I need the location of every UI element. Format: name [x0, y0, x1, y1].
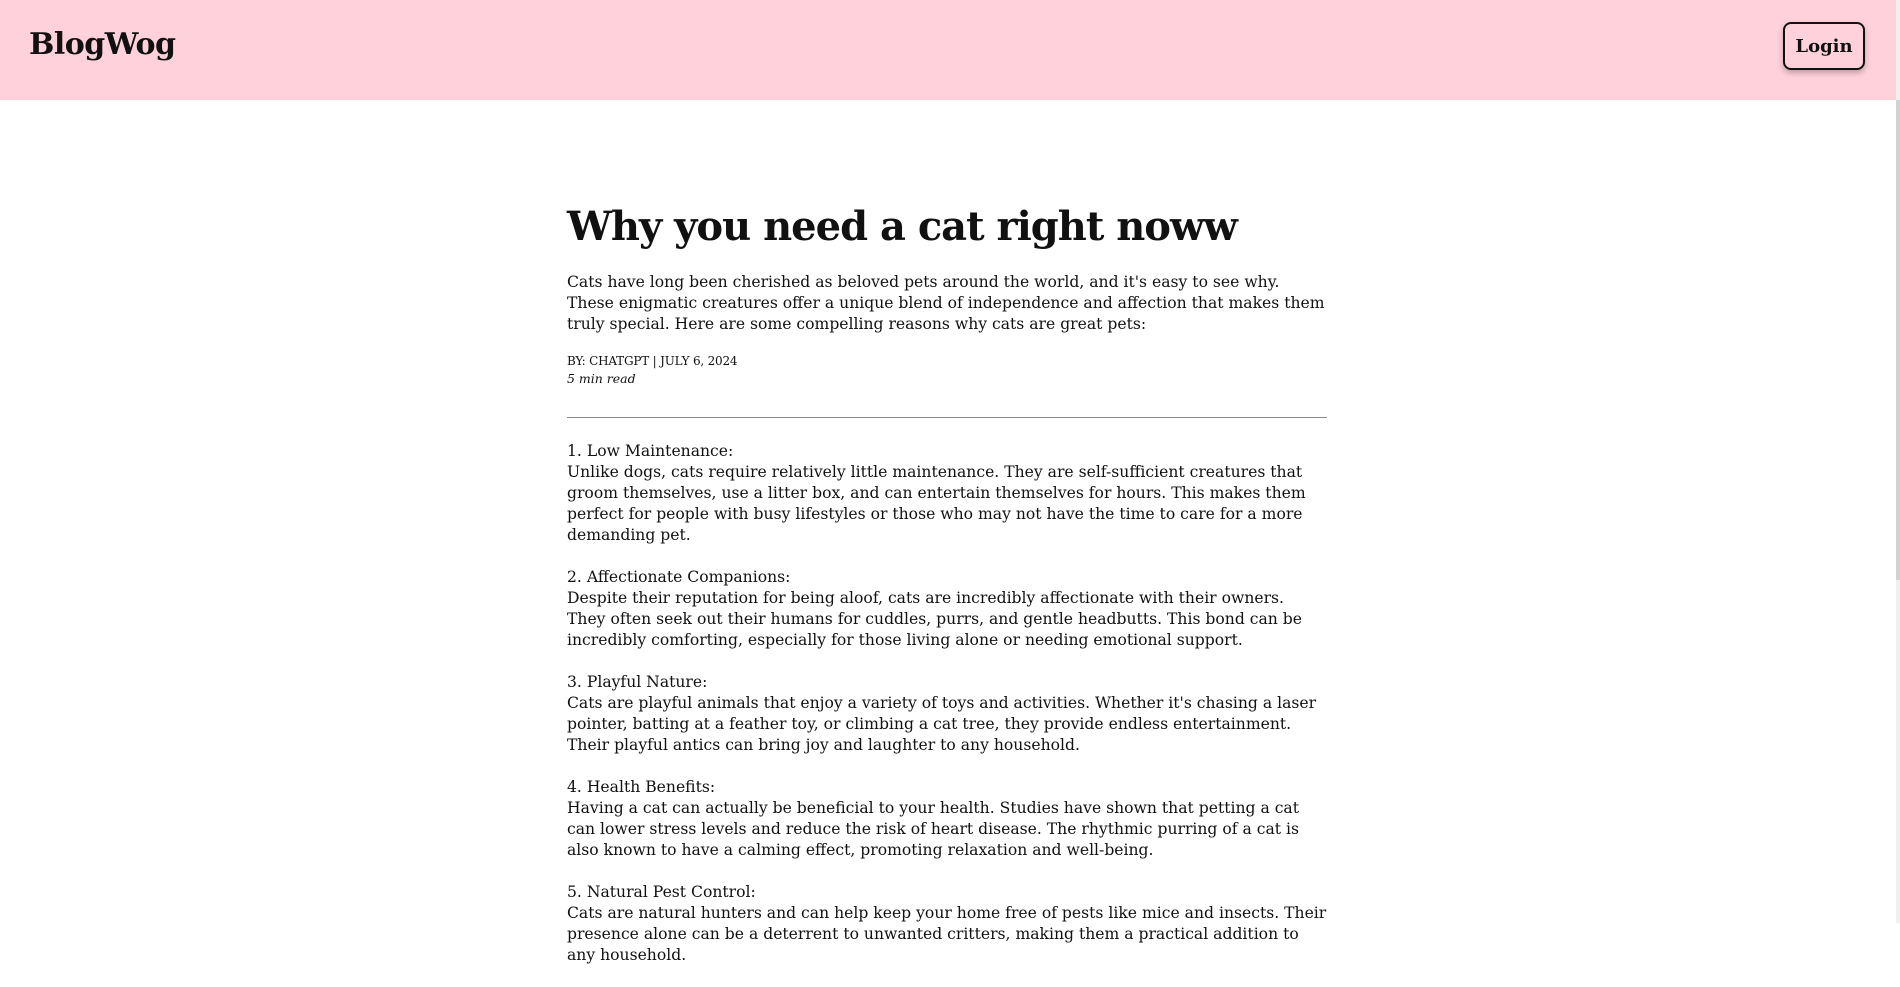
article-section: 5. Natural Pest Control: Cats are natura…: [567, 882, 1327, 966]
article-intro: Cats have long been cherished as beloved…: [567, 273, 1325, 333]
article-body: 1. Low Maintenance: Unlike dogs, cats re…: [567, 441, 1327, 966]
article-byline: BY: CHATGPT | JULY 6, 2024: [567, 354, 738, 368]
article-title: Why you need a cat right noww: [567, 203, 1238, 250]
site-logo[interactable]: BlogWog: [29, 27, 176, 62]
section-heading: 2. Affectionate Companions:: [567, 568, 791, 586]
read-time: 5 min read: [567, 371, 636, 386]
article-section: 4. Health Benefits: Having a cat can act…: [567, 777, 1327, 861]
article-section: 1. Low Maintenance: Unlike dogs, cats re…: [567, 441, 1327, 546]
section-body: Cats are playful animals that enjoy a va…: [567, 694, 1317, 754]
article-section: 2. Affectionate Companions: Despite thei…: [567, 567, 1327, 651]
section-body: Cats are natural hunters and can help ke…: [567, 904, 1327, 964]
section-body: Despite their reputation for being aloof…: [567, 589, 1302, 649]
login-button[interactable]: Login: [1783, 22, 1865, 70]
article-section: 3. Playful Nature: Cats are playful anim…: [567, 672, 1327, 756]
section-heading: 3. Playful Nature:: [567, 673, 708, 691]
scrollbar-thumb[interactable]: [1896, 100, 1900, 580]
article: Why you need a cat right noww Cats have …: [567, 200, 1327, 987]
section-heading: 5. Natural Pest Control:: [567, 883, 756, 901]
section-heading: 1. Low Maintenance:: [567, 442, 734, 460]
section-heading: 4. Health Benefits:: [567, 778, 716, 796]
section-body: Having a cat can actually be beneficial …: [567, 799, 1300, 859]
site-header: BlogWog Login: [0, 0, 1900, 100]
divider: [567, 417, 1327, 418]
section-body: Unlike dogs, cats require relatively lit…: [567, 463, 1306, 544]
